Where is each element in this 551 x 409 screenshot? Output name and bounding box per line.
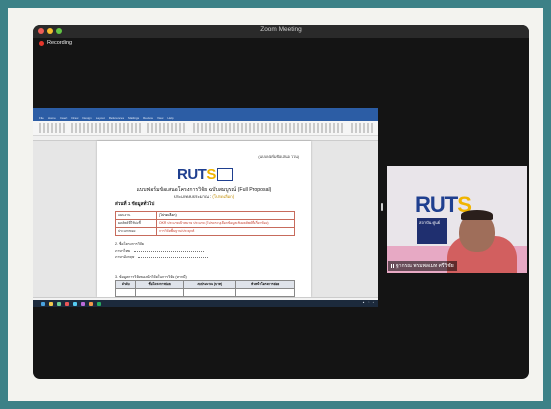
thai-label: ภาษาไทย [115,248,131,253]
paragraph-group[interactable] [147,123,187,133]
video-logo-text: RUT [415,192,458,217]
taskbar-app-icon[interactable] [41,301,45,306]
info-key: แผนงาน [115,211,157,220]
zoom-window: Zoom Meeting Recording File Home Insert Dra… [33,25,529,379]
clipboard-group[interactable] [39,123,65,133]
shared-screen[interactable]: File Home Insert Draw Design Layout References… [33,108,378,307]
ribbon-toolbar [33,121,378,136]
subtitle-value[interactable]: (โปรดเลือก) [212,194,234,199]
participant-hair [461,210,493,220]
ruts-logo: RUTS [177,166,216,183]
info-value[interactable]: (โปรดเลือก) [156,211,295,220]
section-2: 2. ชื่อโครงการวิจัย ภาษาไทย ภาษาอังกฤษ [115,241,209,261]
editing-group[interactable] [351,123,373,133]
word-titlebar [33,108,378,116]
info-key: ประเภทของ [115,227,157,236]
split-handle[interactable] [381,203,383,211]
project-table: ลำดับ ชื่อโครงการย่อย งบประมาณ (บาท) หัวหน้… [114,280,295,297]
english-label: ภาษาอังกฤษ [115,255,135,259]
taskbar-app-icon[interactable] [49,301,53,306]
table-row: ประเภทของ การวิจัยพื้นฐาน/ประยุกต์ [115,227,295,236]
english-name-field[interactable] [138,257,209,258]
table-cell[interactable] [114,288,137,297]
table-row: แผนงาน (โปรดเลือก) [115,211,295,220]
taskbar-app-icon[interactable] [73,301,77,306]
column-header: หัวหน้าโครงการย่อย [235,280,295,289]
section-1-heading: ส่วนที่ 1 ข้อมูลทั่วไป [115,201,155,206]
column-header: ลำดับ [114,280,137,289]
info-value[interactable]: OKR ประเภทเป้าหมาย ประเภท (โปรดระบุเลือก… [156,219,295,228]
column-header: งบประมาณ (บาท) [182,280,237,289]
taskbar: ▲ ◔ ◖ [33,300,378,307]
wifi-icon[interactable]: ◔ [368,301,370,304]
taskbar-app-icon[interactable] [89,301,93,306]
speaker-icon[interactable]: ◖ [372,301,374,304]
table-row: ผลลัพธ์ที่ใช้บ่งชี้ OKR ประเภทเป้าหมาย ปร… [115,219,295,228]
tray-icon[interactable]: ▲ [362,301,365,304]
english-name-row: ภาษาอังกฤษ [115,254,209,261]
recording-label: Recording [47,40,73,46]
subtitle-prefix: ประเภทงบประมาณ : [173,194,212,199]
participant-name: ฐากรณ พรมพลเมท ศรีวิชัย [396,263,454,269]
table-cell[interactable] [235,288,295,297]
table-cell[interactable] [182,288,237,297]
recording-indicator[interactable]: Recording [39,40,72,46]
font-group[interactable] [71,123,141,133]
column-header: ชื่อโครงการย่อย [135,280,184,289]
participant-video[interactable]: RUTS สถาบัน ศูนย์ ฐากรณ พรมพลเมท ศรีวิชั… [387,166,527,273]
info-key: ผลลัพธ์ที่ใช้บ่งชี้ [115,219,157,228]
window-title: Zoom Meeting [260,26,302,33]
document-canvas: (แบบฟอร์มข้อเสนอ ววน) RUTS แบบฟอร์มข้อเส… [33,136,378,297]
logo-text: RUT [177,166,207,183]
document-page[interactable]: (แบบฟอร์มข้อเสนอ ววน) RUTS แบบฟอร์มข้อเส… [97,141,311,297]
info-table: แผนงาน (โปรดเลือก) ผลลัพธ์ที่ใช้บ่งชี้ OKR … [115,211,295,236]
logo-seal [217,168,233,181]
logo-accent: S [206,166,216,183]
taskbar-apps [41,301,101,306]
taskbar-app-icon[interactable] [97,301,101,306]
taskbar-app-icon[interactable] [81,301,85,306]
title-bar: Zoom Meeting [33,25,529,38]
system-tray: ▲ ◔ ◖ [362,301,374,304]
table-cell[interactable] [135,288,184,297]
taskbar-app-icon[interactable] [57,301,61,306]
participant-name-tag: ฐากรณ พรมพลเมท ศรีวิชัย [388,261,457,271]
audio-bars-icon [391,264,394,268]
info-value[interactable]: การวิจัยพื้นฐาน/ประยุกต์ [156,227,295,236]
taskbar-app-icon[interactable] [65,301,69,306]
doc-subtitle: ประเภทงบประมาณ : (โปรดเลือก) [97,193,311,200]
thai-name-field[interactable] [134,250,205,252]
form-tag: (แบบฟอร์มข้อเสนอ ววน) [258,155,299,159]
recording-dot-icon [39,40,44,46]
styles-group[interactable] [193,123,343,133]
background-sign: สถาบัน ศูนย์ [417,218,447,244]
